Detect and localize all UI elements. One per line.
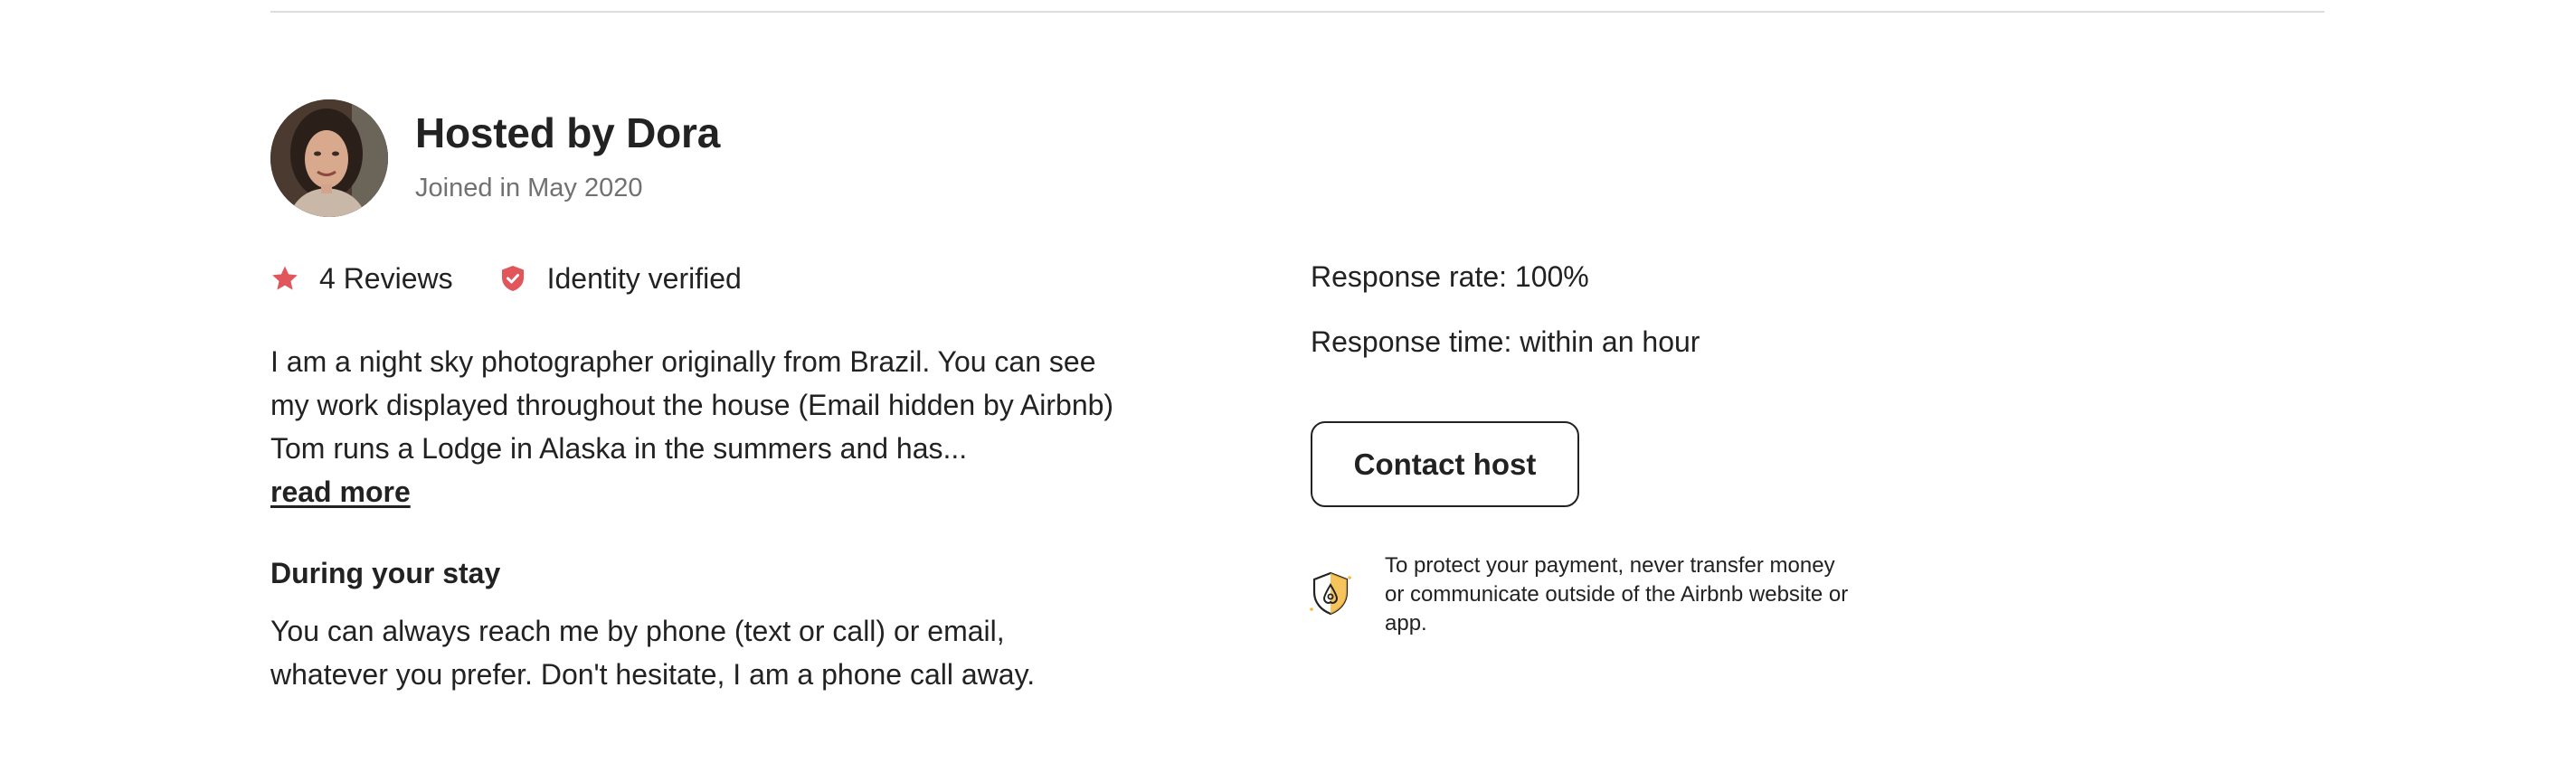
payment-protection-text: To protect your payment, never transfer … <box>1385 553 1849 635</box>
during-stay-heading: During your stay <box>270 557 501 589</box>
read-more-link[interactable]: read more <box>270 470 411 513</box>
host-about-text: I am a night sky photographer originally… <box>270 345 1114 465</box>
star-icon <box>270 264 299 293</box>
host-badges: 4 Reviews Identity verified <box>270 256 742 301</box>
during-stay-text: You can always reach me by phone (text o… <box>270 615 1036 691</box>
response-time: Response time: within an hour <box>1311 325 1700 358</box>
reviews-badge[interactable]: 4 Reviews <box>270 262 453 296</box>
host-avatar[interactable] <box>270 99 388 217</box>
shield-check-icon <box>498 264 527 293</box>
payment-protection-shield-icon <box>1309 570 1354 620</box>
identity-badge: Identity verified <box>498 262 742 296</box>
section-divider <box>270 11 2325 13</box>
reviews-count: 4 Reviews <box>319 261 453 295</box>
identity-verified-label: Identity verified <box>546 261 742 295</box>
contact-host-button[interactable]: Contact host <box>1311 421 1579 507</box>
host-avatar-photo <box>270 99 388 217</box>
host-joined-date: Joined in May 2020 <box>415 174 643 202</box>
host-title: Hosted by Dora <box>415 109 721 156</box>
host-about: I am a night sky photographer originally… <box>270 340 1130 513</box>
response-rate: Response rate: 100% <box>1311 260 1589 293</box>
